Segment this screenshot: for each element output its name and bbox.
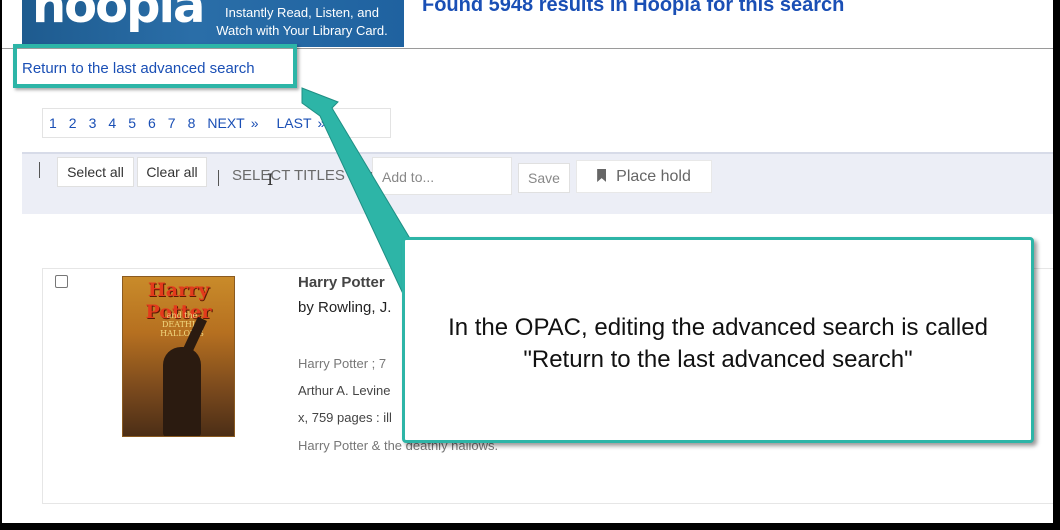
callout-line-1: In the OPAC, editing the advanced search… (448, 314, 988, 341)
annotation-callout: In the OPAC, editing the advanced search… (402, 237, 1034, 443)
callout-text: In the OPAC, editing the advanced search… (405, 312, 1031, 376)
callout-line-2: "Return to the last advanced search" (523, 346, 913, 373)
page-frame: hoopla Instantly Read, Listen, and Watch… (2, 0, 1053, 523)
